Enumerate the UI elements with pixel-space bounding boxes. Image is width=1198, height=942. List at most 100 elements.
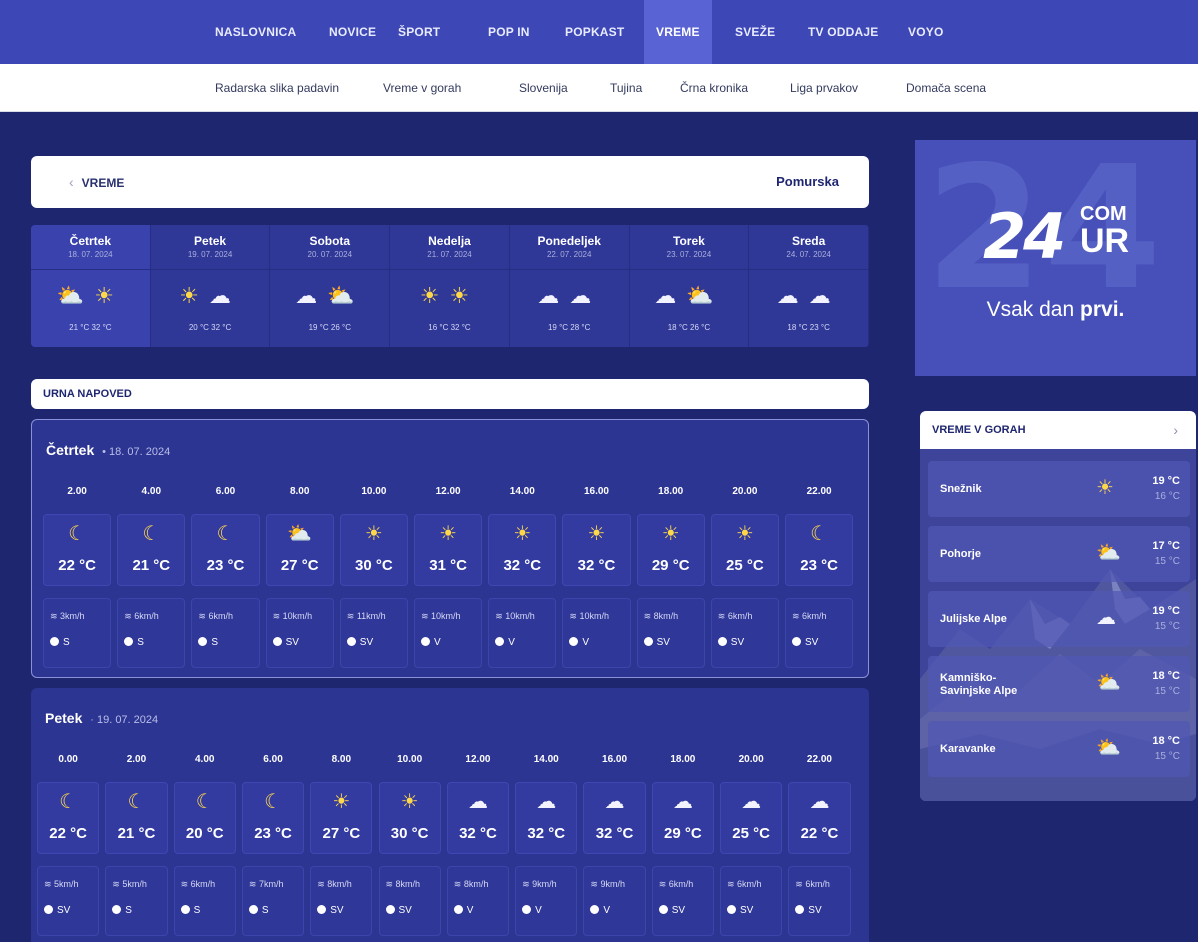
wind-direction-value: SV	[740, 905, 754, 916]
wind-speed-value: 6km/h	[805, 879, 830, 889]
wind-direction: SV	[717, 637, 745, 648]
hour-forecast-card[interactable]: ☀ 25 °C	[710, 514, 779, 586]
wind-direction-value: SV	[398, 905, 412, 916]
mountain-row[interactable]: Pohorje ⛅ 17 °C 15 °C	[928, 526, 1190, 582]
hour-wind-card: ≋ 6km/h SV	[651, 866, 714, 936]
hour-weather-icon-wrap: ☁	[721, 789, 781, 814]
day-tab[interactable]: Torek 23. 07. 2024 ☁⛅ 18 °C 26 °C	[629, 225, 750, 347]
compass-icon	[495, 637, 505, 646]
mountain-weather-icon-wrap: ⛅	[1096, 735, 1121, 760]
wind-direction-value: V	[582, 637, 590, 648]
hour-weather-icon-wrap: ☀	[380, 789, 440, 814]
hourly-panel-date: · 19. 07. 2024	[90, 714, 159, 726]
hour-temperature: 20 °C	[185, 825, 224, 842]
hour-forecast-card[interactable]: ☾ 23 °C	[241, 782, 305, 854]
day-weather-icons: ☁☁	[510, 283, 629, 309]
nav-item-vreme[interactable]: VREME	[644, 0, 712, 64]
mountain-row[interactable]: Julijske Alpe ☁ 19 °C 15 °C	[928, 591, 1190, 647]
wind-icon: ≋	[792, 611, 803, 621]
day-name: Torek	[673, 234, 705, 248]
hour-weather-icon-wrap: ☀	[712, 521, 778, 546]
hour-time: 6.00	[215, 486, 236, 497]
cloudy-icon: ☁	[776, 283, 809, 308]
nav-item-popkast[interactable]: POPKAST	[565, 0, 624, 64]
wind-direction: SV	[346, 637, 373, 648]
nav-item-sport[interactable]: ŠPORT	[398, 0, 440, 64]
day-tab[interactable]: Četrtek 18. 07. 2024 ⛅☀ 21 °C 32 °C	[31, 225, 151, 347]
day-temperatures: 20 °C 32 °C	[188, 323, 232, 332]
wind-direction: SV	[44, 905, 70, 916]
hour-forecast-card[interactable]: ☾ 21 °C	[117, 514, 186, 586]
subnav-domaca-scena[interactable]: Domača scena	[906, 64, 986, 112]
hour-forecast-card[interactable]: ☾ 20 °C	[173, 782, 236, 854]
wind-icon: ≋	[522, 879, 533, 889]
wind-icon: ≋	[658, 879, 669, 889]
day-weather-icons: ☁⛅	[270, 283, 389, 309]
hour-forecast-card[interactable]: ⛅ 27 °C	[265, 514, 334, 586]
hour-weather-icon-wrap: ☀	[415, 521, 481, 546]
hour-wind-card: ≋ 6km/h SV	[710, 598, 779, 668]
subnav-radar[interactable]: Radarska slika padavin	[215, 64, 339, 112]
hour-forecast-card[interactable]: ☀ 32 °C	[488, 514, 557, 586]
hour-forecast-card[interactable]: ☁ 32 °C	[583, 782, 646, 854]
nav-item-naslovnica[interactable]: NASLOVNICA	[215, 0, 296, 64]
nav-item-tv-oddaje[interactable]: TV ODDAJE	[808, 0, 878, 64]
subnav-crna-kronika[interactable]: Črna kronika	[680, 64, 748, 112]
hour-forecast-card[interactable]: ☀ 29 °C	[636, 514, 705, 586]
day-tab[interactable]: Ponedeljek 22. 07. 2024 ☁☁ 19 °C 28 °C	[509, 225, 630, 347]
subnav-vreme-v-gorah[interactable]: Vreme v gorah	[383, 64, 461, 112]
day-tab[interactable]: Nedelja 21. 07. 2024 ☀☀ 16 °C 32 °C	[390, 225, 510, 347]
day-temperatures: 18 °C 26 °C	[667, 323, 711, 332]
day-tab[interactable]: Sreda 24. 07. 2024 ☁☁ 18 °C 23 °C	[749, 225, 869, 347]
hour-forecast-card[interactable]: ☀ 30 °C	[378, 782, 441, 854]
wind-icon: ≋	[346, 611, 357, 621]
region-name[interactable]: Pomurska	[776, 156, 839, 208]
wind-direction-value: SV	[730, 637, 745, 648]
nav-item-voyo[interactable]: VOYO	[908, 0, 943, 64]
chevron-right-icon[interactable]: ›	[1173, 411, 1178, 449]
hour-forecast-card[interactable]: ☁ 22 °C	[788, 782, 851, 854]
wind-speed: ≋ 6km/h	[198, 611, 233, 622]
hour-forecast-card[interactable]: ☀ 30 °C	[339, 514, 408, 586]
hour-forecast-card[interactable]: ☁ 25 °C	[720, 782, 783, 854]
hour-forecast-card[interactable]: ☁ 29 °C	[651, 782, 714, 854]
hour-forecast-card[interactable]: ☀ 31 °C	[414, 514, 483, 586]
compass-icon	[198, 637, 208, 646]
mountain-row[interactable]: Snežnik ☀ 19 °C 16 °C	[928, 461, 1190, 517]
wind-icon: ≋	[50, 611, 61, 621]
subnav-tujina[interactable]: Tujina	[610, 64, 642, 112]
compass-icon	[248, 905, 258, 914]
subnav-liga-prvakov[interactable]: Liga prvakov	[790, 64, 858, 112]
cloudy-icon: ☁	[604, 791, 625, 813]
mountain-row[interactable]: Karavanke ⛅ 18 °C 15 °C	[928, 721, 1190, 777]
advertisement-24ur[interactable]: 24 24 COM UR Vsak dan prvi.	[915, 140, 1196, 376]
wind-speed-value: 11km/h	[356, 611, 386, 621]
wind-direction-value: V	[508, 637, 515, 648]
mountain-temp-min: 15 °C	[1154, 686, 1180, 697]
nav-item-pop-in[interactable]: POP IN	[488, 0, 530, 64]
hour-forecast-card[interactable]: ☀ 27 °C	[310, 782, 373, 854]
ad-logo-24: 24	[983, 200, 1066, 273]
nav-item-sveze[interactable]: SVEŽE	[735, 0, 775, 64]
wind-direction: V	[453, 905, 473, 916]
hour-forecast-card[interactable]: ☾ 21 °C	[105, 782, 168, 854]
mountain-weather-header[interactable]: VREME V GORAH ›	[920, 411, 1196, 449]
back-link[interactable]: ‹ VREME	[69, 156, 124, 209]
day-tab[interactable]: Petek 19. 07. 2024 ☀☁ 20 °C 32 °C	[150, 225, 271, 347]
mountain-row[interactable]: Kamniško- Savinjske Alpe ⛅ 18 °C 15 °C	[928, 656, 1190, 712]
day-date: 20. 07. 2024	[307, 250, 353, 259]
nav-item-novice[interactable]: NOVICE	[329, 0, 376, 64]
hour-forecast-card[interactable]: ☁ 32 °C	[515, 782, 578, 854]
wind-icon: ≋	[727, 879, 738, 889]
subnav-slovenija[interactable]: Slovenija	[519, 64, 568, 112]
wind-speed-value: 8km/h	[463, 879, 489, 889]
hour-forecast-card[interactable]: ☾ 23 °C	[785, 514, 854, 586]
hour-forecast-card[interactable]: ☾ 22 °C	[43, 514, 112, 586]
day-tab[interactable]: Sobota 20. 07. 2024 ☁⛅ 19 °C 26 °C	[270, 225, 391, 347]
hour-forecast-card[interactable]: ☁ 32 °C	[446, 782, 510, 854]
hour-forecast-card[interactable]: ☾ 23 °C	[191, 514, 260, 586]
hour-forecast-card[interactable]: ☾ 22 °C	[37, 782, 100, 854]
hour-weather-icon-wrap: ☾	[175, 789, 235, 814]
hour-forecast-card[interactable]: ☀ 32 °C	[562, 514, 631, 586]
wind-speed-value: 9km/h	[600, 879, 625, 889]
